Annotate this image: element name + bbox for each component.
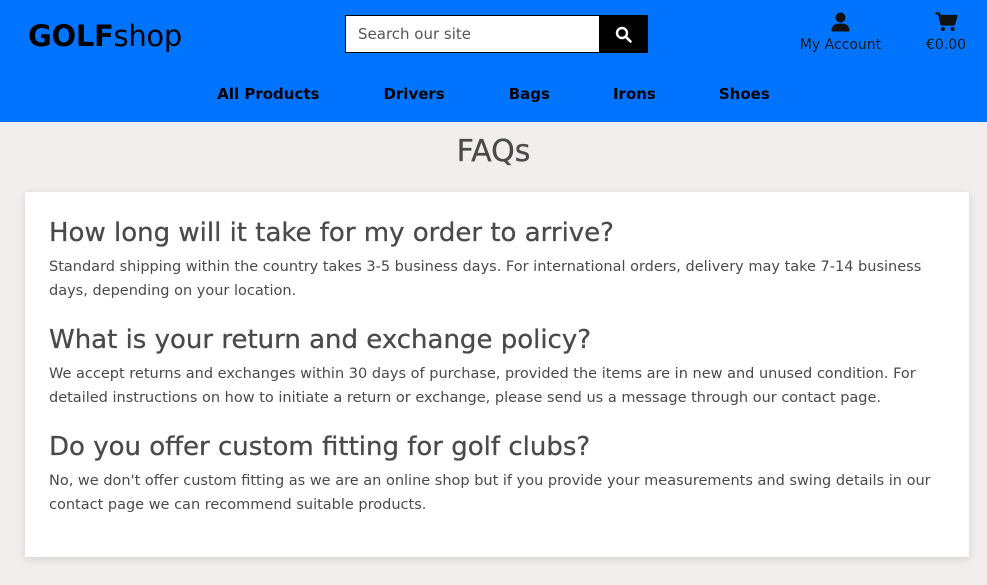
page-title: FAQs: [456, 134, 531, 169]
faq-item: What is your return and exchange policy?…: [49, 323, 945, 410]
logo-bold-text: GOLF: [28, 19, 114, 53]
faq-item: Do you offer custom fitting for golf clu…: [49, 430, 945, 517]
search-icon: [615, 26, 632, 43]
faq-question: How long will it take for my order to ar…: [49, 218, 614, 248]
my-account-label: My Account: [799, 37, 882, 53]
faq-item: How long will it take for my order to ar…: [49, 216, 945, 303]
search-form: [345, 15, 648, 53]
site-logo[interactable]: GOLFshop: [28, 19, 182, 53]
nav-item-all-products[interactable]: All Products: [217, 84, 319, 104]
cart-icon: [935, 12, 958, 31]
logo-rest-text: shop: [113, 19, 183, 53]
faq-card: How long will it take for my order to ar…: [25, 192, 969, 557]
user-icon: [831, 12, 850, 32]
faq-question: What is your return and exchange policy?: [49, 325, 592, 355]
cart-link[interactable]: €0.00: [918, 12, 974, 53]
cart-total: €0.00: [925, 37, 967, 53]
site-header: GOLFshop My Account €0: [0, 0, 987, 122]
nav-item-irons[interactable]: Irons: [613, 84, 656, 104]
nav-item-drivers[interactable]: Drivers: [383, 84, 444, 104]
faq-answer: We accept returns and exchanges within 3…: [49, 366, 916, 406]
main-nav: All Products Drivers Bags Irons Shoes: [0, 84, 987, 104]
nav-item-shoes[interactable]: Shoes: [719, 84, 770, 104]
nav-item-bags[interactable]: Bags: [509, 84, 550, 104]
faq-answer: Standard shipping within the country tak…: [49, 259, 922, 299]
search-button[interactable]: [599, 15, 648, 53]
faq-answer: No, we don't offer custom fitting as we …: [49, 473, 931, 513]
search-input[interactable]: [345, 15, 599, 53]
faq-question: Do you offer custom fitting for golf clu…: [49, 432, 591, 462]
my-account-link[interactable]: My Account: [793, 12, 888, 53]
